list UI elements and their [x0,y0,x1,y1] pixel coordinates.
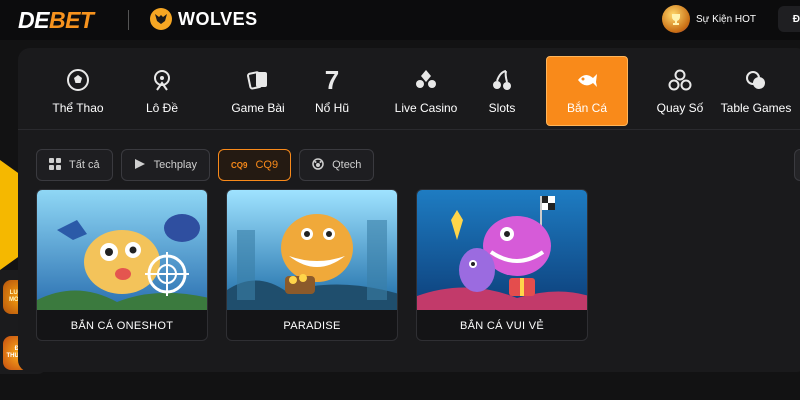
nav-label: Thể Thao [52,101,104,115]
logo-divider [128,10,129,30]
filter-all[interactable]: Tất cả [36,149,113,181]
filter-label: Qtech [332,159,362,171]
trophy-icon [662,5,690,33]
debet-logo[interactable]: DEBET [18,7,94,34]
provider-filter-bar: Tất cả Techplay CQ9 CQ9 Qtech [36,149,375,181]
hot-event-label: Sự Kiện HOT [696,13,757,25]
game-thumbnail [227,190,397,310]
top-header: DEBET WOLVES Sự Kiện HOT Đ [0,0,800,40]
game-thumbnail [37,190,207,310]
game-title: BẮN CÁ ONESHOT [70,320,174,332]
category-nav: Thể Thao Lô Đề Game Bài 7 Nổ Hũ Live Cas… [18,48,800,130]
filter-qtech[interactable]: Qtech [299,149,375,181]
hot-event-button[interactable]: Sự Kiện HOT [662,5,757,33]
filter-techplay[interactable]: Techplay [120,149,210,181]
nav-label: Quay Số [656,101,704,115]
filter-scroll-button[interactable] [794,149,800,181]
nav-label: Table Games [720,101,792,115]
cherry-icon [489,67,515,93]
play-arrow-icon [134,158,146,173]
wolves-partner-logo[interactable]: WOLVES [150,8,258,30]
playing-cards-icon [245,67,271,93]
login-button[interactable]: Đ [778,6,800,32]
logo-text-de: DE [18,7,49,33]
nav-item-lo-de[interactable]: Lô Đề [114,56,210,126]
soccer-ball-icon [65,67,91,93]
nav-item-table-games[interactable]: Table Games [714,56,798,126]
fish-icon [574,67,600,93]
nav-label: Lô Đề [145,101,179,115]
chips-icon [743,67,769,93]
filter-label: CQ9 [255,159,279,171]
game-card-ban-ca-vui-ve[interactable]: BẮN CÁ VUI VẺ [416,189,588,341]
game-title: PARADISE [283,320,341,332]
cq9-logo-icon: CQ9 [231,160,248,170]
nav-label: Slots [488,101,516,115]
nav-label: Game Bài [231,101,285,115]
page: DEBET WOLVES Sự Kiện HOT Đ LUCKY MONEY Đ… [0,0,800,400]
slot-seven-icon: 7 [324,64,340,95]
nav-item-quay-so[interactable]: Quay Số [634,56,726,126]
nav-label: Bắn Cá [566,101,608,115]
filter-label: Techplay [153,159,197,171]
nav-item-ban-ca[interactable]: Bắn Cá [546,56,628,126]
paw-icon [312,157,324,173]
game-card-ban-ca-oneshot[interactable]: BẮN CÁ ONESHOT [36,189,208,341]
filter-label: Tất cả [69,159,100,171]
game-title: BẮN CÁ VUI VẺ [460,320,544,332]
games-panel: Thể Thao Lô Đề Game Bài 7 Nổ Hũ Live Cas… [18,48,800,372]
nav-item-no-hu[interactable]: 7 Nổ Hũ [286,56,378,126]
nav-label: Live Casino [394,101,458,115]
nav-label: Nổ Hũ [314,101,349,115]
game-card-paradise[interactable]: PARADISE [226,189,398,341]
wolf-head-icon [150,8,172,30]
game-thumbnail [417,190,587,310]
nav-item-slots[interactable]: Slots [464,56,540,126]
partner-name: WOLVES [178,8,258,29]
lottery-balls-icon [667,67,693,93]
lottery-wheel-icon [149,67,175,93]
filter-cq9[interactable]: CQ9 CQ9 [218,149,292,181]
card-suits-icon [413,67,439,93]
logo-text-bet: BET [48,7,94,33]
grid-icon [49,157,61,173]
